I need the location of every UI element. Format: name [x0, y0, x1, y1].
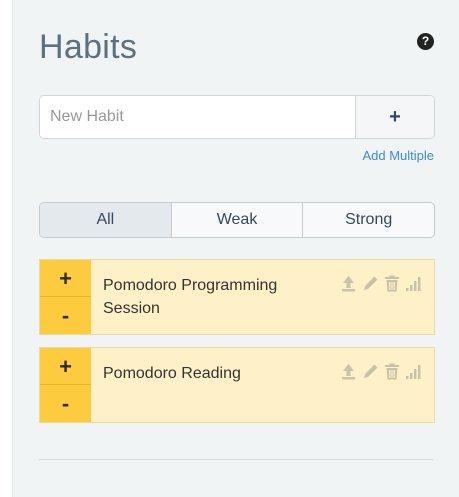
- habit-filter-tabs: All Weak Strong: [39, 202, 435, 238]
- new-habit-form: +: [39, 95, 435, 139]
- edit-pencil-icon[interactable]: [362, 275, 379, 292]
- habit-name[interactable]: Pomodoro Reading: [103, 362, 323, 385]
- add-habit-button[interactable]: +: [355, 96, 434, 138]
- help-icon[interactable]: ?: [417, 33, 434, 50]
- habit-item: + - Pomodoro Programming Session: [39, 259, 435, 335]
- habits-panel: Habits ? + Add Multiple All Weak Strong …: [12, 0, 459, 497]
- habit-plus-button[interactable]: +: [40, 260, 91, 297]
- habit-minus-button[interactable]: -: [40, 384, 91, 422]
- habit-score-controls: + -: [40, 260, 91, 334]
- habit-name[interactable]: Pomodoro Programming Session: [103, 274, 323, 320]
- add-multiple-link[interactable]: Add Multiple: [362, 148, 434, 163]
- edit-pencil-icon[interactable]: [362, 363, 379, 380]
- tab-weak[interactable]: Weak: [170, 203, 303, 237]
- new-habit-input[interactable]: [40, 96, 355, 138]
- trash-icon[interactable]: [384, 363, 400, 380]
- stats-bars-icon[interactable]: [405, 363, 422, 380]
- section-divider: [39, 459, 433, 460]
- habit-item: + - Pomodoro Reading: [39, 347, 435, 423]
- push-to-top-icon[interactable]: [340, 275, 357, 292]
- tab-strong[interactable]: Strong: [302, 203, 434, 237]
- panel-title: Habits: [39, 28, 138, 66]
- habit-actions: [340, 275, 422, 292]
- stats-bars-icon[interactable]: [405, 275, 422, 292]
- habit-score-controls: + -: [40, 348, 91, 422]
- trash-icon[interactable]: [384, 275, 400, 292]
- habit-plus-button[interactable]: +: [40, 348, 91, 385]
- tab-all[interactable]: All: [40, 203, 171, 237]
- push-to-top-icon[interactable]: [340, 363, 357, 380]
- habit-minus-button[interactable]: -: [40, 296, 91, 334]
- habit-actions: [340, 363, 422, 380]
